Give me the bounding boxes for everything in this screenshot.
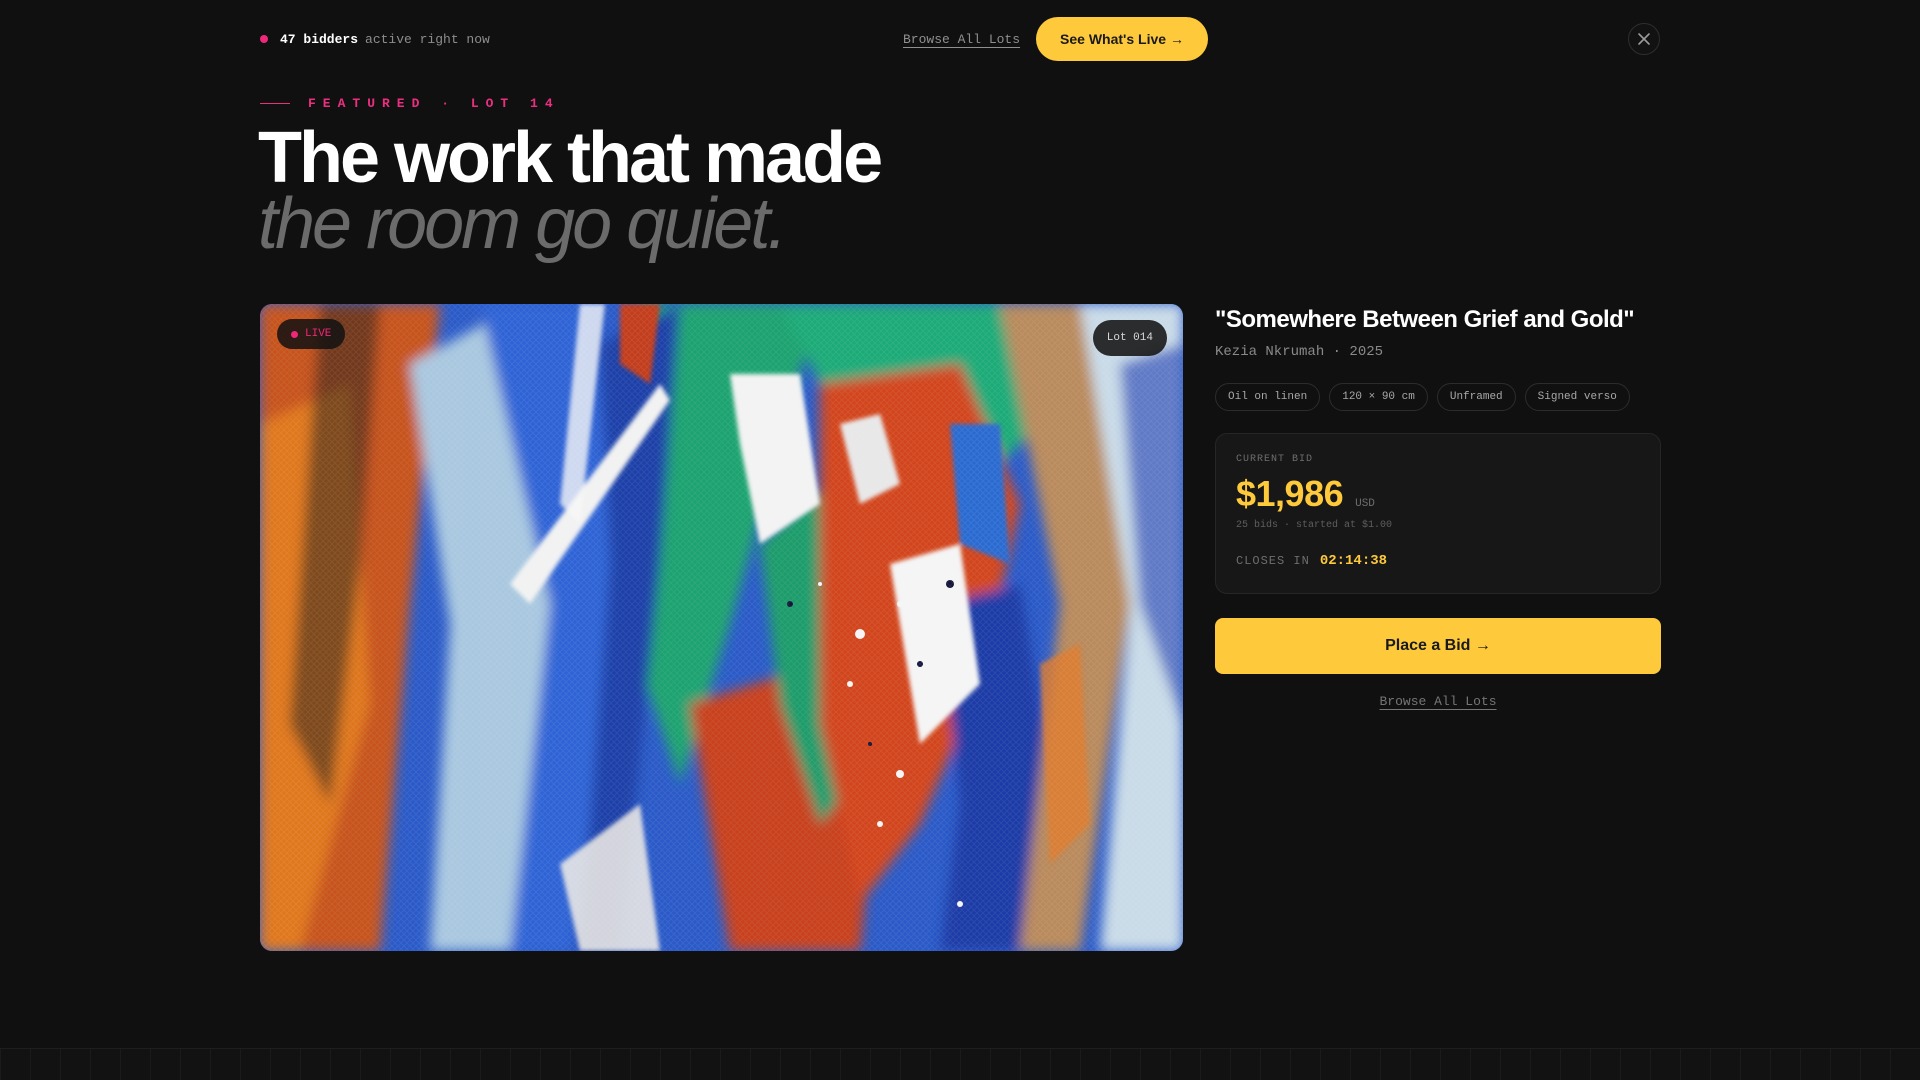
- bid-currency: USD: [1355, 498, 1375, 510]
- current-bid-card: CURRENT BID $1,986 USD 25 bids · started…: [1215, 433, 1661, 594]
- live-badge: LIVE: [277, 319, 346, 349]
- tag-medium: Oil on linen: [1215, 383, 1321, 411]
- topbar-actions: Browse All Lots See What's Live →: [903, 17, 1208, 61]
- live-badge-label: LIVE: [305, 328, 332, 340]
- live-dot-icon: [260, 35, 268, 43]
- closes-in-label: CLOSES IN: [1236, 554, 1310, 568]
- tag-dimensions: 120 × 90 cm: [1329, 383, 1428, 411]
- lot-number-badge: Lot 014: [1092, 320, 1167, 356]
- see-whats-live-button[interactable]: See What's Live →: [1036, 17, 1208, 61]
- live-dot-icon: [291, 330, 298, 338]
- bidders-count: 47 bidders: [280, 31, 359, 47]
- side-browse-wrapper: Browse All Lots: [1215, 692, 1661, 710]
- bid-amount-row: $1,986 USD: [1236, 473, 1640, 515]
- topbar: 47 bidders active right now Browse All L…: [260, 17, 1660, 61]
- lot-details-panel: "Somewhere Between Grief and Gold" Kezia…: [1215, 304, 1661, 710]
- close-icon: [1638, 33, 1650, 45]
- page: 47 bidders active right now Browse All L…: [0, 0, 1920, 1080]
- featured-eyebrow: FEATURED · LOT 14: [260, 95, 560, 111]
- browse-all-lots-link[interactable]: Browse All Lots: [903, 32, 1020, 47]
- active-bidders-indicator: 47 bidders active right now: [260, 17, 490, 61]
- bottom-grid-strip: [0, 1048, 1920, 1080]
- artwork-tags: Oil on linen 120 × 90 cm Unframed Signed…: [1215, 383, 1661, 411]
- artwork-title: "Somewhere Between Grief and Gold": [1215, 306, 1635, 333]
- bid-meta: 25 bids · started at $1.00: [1236, 520, 1393, 531]
- tag-signature: Signed verso: [1524, 383, 1630, 411]
- eyebrow-rule: [260, 102, 290, 104]
- headline-secondary: the room go quiet.: [258, 184, 787, 264]
- eyebrow-text: FEATURED · LOT 14: [308, 95, 560, 111]
- current-bid-amount: $1,986: [1236, 473, 1344, 514]
- bidders-suffix: active right now: [365, 31, 490, 47]
- current-bid-label: CURRENT BID: [1236, 454, 1314, 465]
- close-button[interactable]: [1628, 23, 1660, 55]
- tag-framing: Unframed: [1436, 383, 1516, 411]
- browse-all-lots-link-secondary[interactable]: Browse All Lots: [1379, 694, 1496, 709]
- place-bid-button[interactable]: Place a Bid →: [1215, 618, 1661, 674]
- artwork-image[interactable]: LIVE Lot 014: [260, 304, 1183, 951]
- abstract-painting: [260, 304, 1183, 951]
- artist-and-year: Kezia Nkrumah · 2025: [1215, 344, 1384, 360]
- countdown-timer: 02:14:38: [1319, 553, 1388, 569]
- closing-countdown: CLOSES IN 02:14:38: [1236, 553, 1640, 569]
